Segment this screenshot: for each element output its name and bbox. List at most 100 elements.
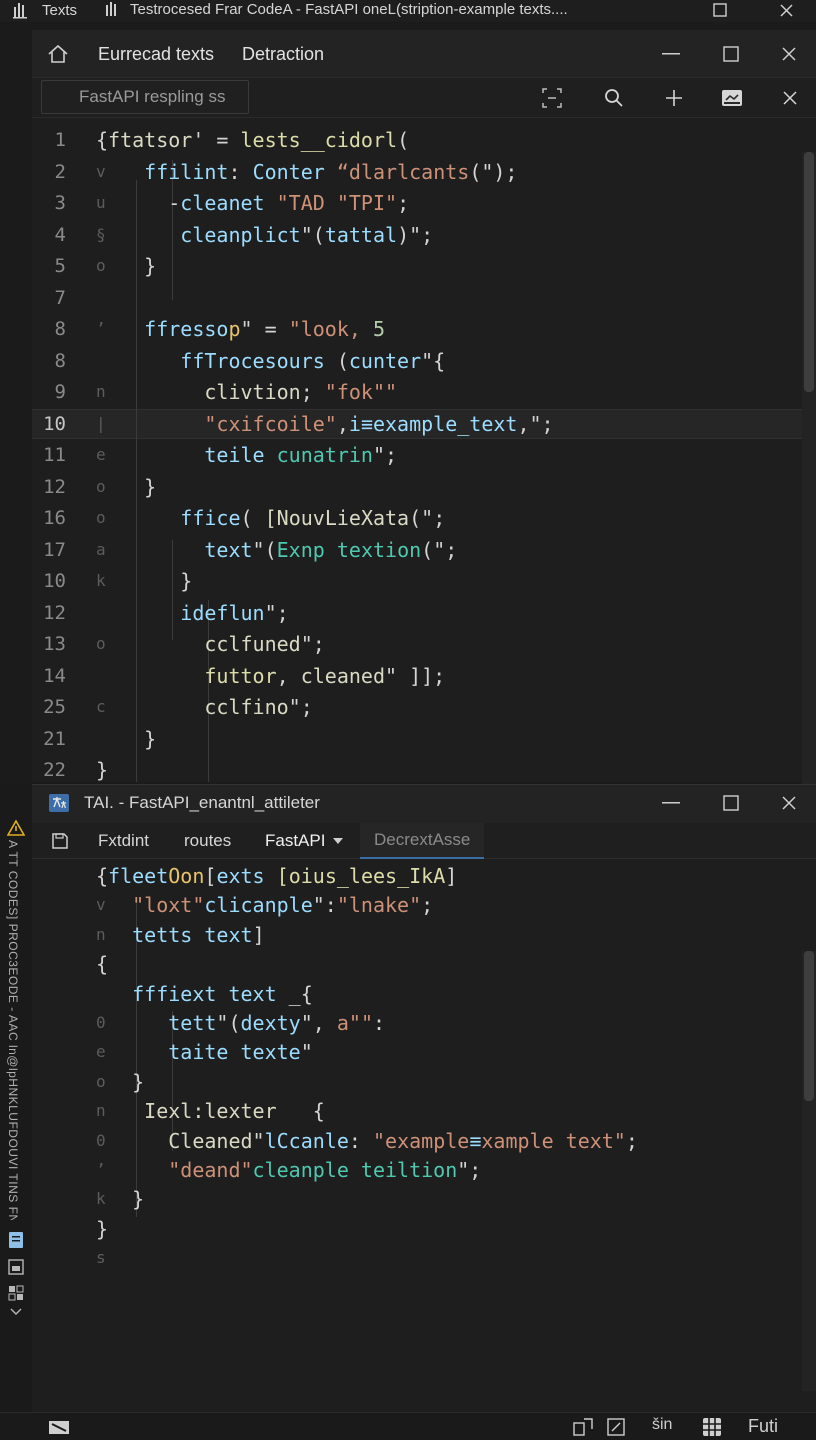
panel-code-line[interactable]: } (32, 1214, 816, 1244)
search-button[interactable] (598, 84, 630, 112)
document-icon (104, 0, 124, 18)
scrollbar-thumb[interactable] (804, 152, 814, 392)
panel-code-line[interactable]: s (32, 1243, 816, 1273)
code-line[interactable]: 16 o ffice( [NouvLieXata("; (32, 503, 816, 533)
status-item[interactable]: šin (652, 1416, 672, 1434)
close-icon (779, 3, 794, 18)
panel-code-line[interactable]: v "loxt"clicanple":"lnake"; (32, 890, 816, 920)
tab-routes[interactable]: routes (184, 823, 231, 859)
line-number: 8 (54, 349, 66, 372)
window-title: Testrocesed Frar CodeA - FastAPI oneL(st… (130, 0, 568, 18)
code-line[interactable]: 21 } (32, 724, 816, 754)
panel-minimize-button[interactable] (656, 789, 686, 817)
code-text: taite texte" (168, 1040, 313, 1065)
panel-code-line[interactable]: n Iexl:lexter { (32, 1096, 816, 1126)
code-line[interactable]: 11 e teile cunatrin"; (32, 440, 816, 470)
code-line[interactable]: 1 {ftatsor' = lests__cidorl( (32, 125, 816, 155)
close-button[interactable] (774, 40, 804, 68)
plus-icon (665, 89, 683, 107)
code-line[interactable]: 9n clivtion; "fok"" (32, 377, 816, 407)
code-line[interactable]: 8 ffTrocesours (cunter"{ (32, 346, 816, 376)
extensions-icon[interactable] (7, 1284, 25, 1302)
line-number: 4 (54, 223, 66, 246)
tab-fxtdint[interactable]: Fxtdint (98, 823, 149, 859)
toggle-panel-button[interactable] (716, 84, 748, 112)
panel-maximize-button[interactable] (716, 789, 746, 817)
grid-icon[interactable] (702, 1417, 722, 1437)
code-line[interactable]: 3u -cleanet "TAD "TPI"; (32, 188, 816, 218)
code-text: } (144, 254, 157, 278)
panel-scrollbar[interactable] (802, 951, 816, 1391)
split-view-button[interactable] (536, 84, 568, 112)
line-number: 2 (54, 160, 66, 183)
panel-code-line[interactable]: o } (32, 1067, 816, 1097)
tab-fastapi[interactable]: FastAPI (265, 823, 344, 859)
os-maximize-button[interactable] (700, 0, 740, 20)
gutter-marker: s (96, 1248, 106, 1268)
file-icon[interactable] (6, 1230, 26, 1250)
code-line[interactable]: 7 (32, 283, 816, 313)
home-button[interactable] (44, 40, 72, 68)
terminal-panel: TAI. - FastAPI_enantnl_attileter Fxtdint… (32, 784, 816, 1412)
editor-window: Eurrecad texts Detraction FastAPI respli… (32, 30, 816, 792)
code-line[interactable]: 14 futtor, cleaned" ]]; (32, 661, 816, 691)
editor-scrollbar[interactable] (802, 152, 816, 792)
remote-icon[interactable] (48, 1418, 70, 1436)
code-text: ffTrocesours (cunter"{ (180, 348, 446, 373)
code-text: tetts text] (132, 922, 265, 947)
code-text: } (132, 1069, 145, 1094)
tab-texts[interactable]: Eurrecad texts (98, 30, 214, 78)
panel-code-line[interactable]: ’ "deand"cleanple teiltion"; (32, 1155, 816, 1185)
panel-code-line[interactable]: n tetts text] (32, 920, 816, 950)
warning-icon[interactable] (7, 820, 25, 836)
code-text: clivtion; "fok"" (204, 380, 398, 404)
database-icon[interactable] (7, 1258, 25, 1276)
save-button[interactable] (48, 829, 72, 853)
minimize-button[interactable] (656, 40, 686, 68)
os-title-bar: Texts Testrocesed Frar CodeA - FastAPI o… (0, 0, 816, 22)
editor-toolbar: FastAPI respling ss (32, 78, 816, 118)
close-icon (781, 795, 797, 811)
panel-code-line[interactable]: k } (32, 1184, 816, 1214)
panel-code-line[interactable]: fffiext text _{ (32, 979, 816, 1009)
app-identity: Texts (12, 1, 77, 19)
code-line[interactable]: 5o } (32, 251, 816, 281)
code-text: } (96, 1216, 109, 1241)
code-line[interactable]: 13 o cclfuned"; (32, 629, 816, 659)
edit-icon[interactable] (606, 1417, 626, 1437)
line-number: 13 (43, 633, 66, 655)
code-line[interactable]: 10 | "cxifcoile",i≡example_text,"; (32, 409, 816, 439)
code-line[interactable]: 22} (32, 755, 816, 782)
maximize-button[interactable] (716, 40, 746, 68)
add-button[interactable] (658, 84, 690, 112)
code-line[interactable]: 25 c cclfino"; (32, 692, 816, 722)
code-line[interactable]: 2v ffilint: Conter “dlarlcants("); (32, 157, 816, 187)
maximize-icon (723, 795, 739, 811)
code-line[interactable]: 12 o } (32, 472, 816, 502)
code-line[interactable]: 12 ideflun"; (32, 598, 816, 628)
tab-decrextasse[interactable]: DecrextAsse (360, 823, 485, 859)
panel-code-line[interactable]: { (32, 949, 816, 979)
panel-code-line[interactable]: 0 Cleaned"lCcanle: "example≡xample text"… (32, 1126, 816, 1156)
line-number: 14 (43, 664, 66, 687)
panel-close-button[interactable] (774, 789, 804, 817)
tab-detraction[interactable]: Detraction (242, 30, 324, 78)
panel-code-line[interactable]: {fleetOon[exts [oius_lees_IkA] (32, 861, 816, 891)
code-text: { (96, 952, 109, 977)
code-line[interactable]: 17 a text"(Exnp textion("; (32, 535, 816, 565)
panel-code-line[interactable]: 0 tett"(dexty", a"": (32, 1008, 816, 1038)
code-editor[interactable]: 1 {ftatsor' = lests__cidorl(2 v ffilint: C… (32, 120, 816, 782)
code-line[interactable]: 10 k } (32, 566, 816, 596)
os-close-button[interactable] (766, 0, 806, 20)
chevron-down-icon[interactable] (10, 1308, 22, 1316)
code-line[interactable]: 4 § cleanplict"(tattal)"; (32, 220, 816, 250)
status-item[interactable]: Futi (748, 1416, 778, 1437)
panel-code-view[interactable]: {fleetOon[exts [oius_lees_IkA] v "loxt"cl… (32, 861, 816, 1413)
scrollbar-thumb[interactable] (804, 951, 814, 1101)
layout-icon[interactable] (572, 1417, 594, 1437)
search-input[interactable]: FastAPI respling ss (41, 80, 249, 114)
close-search-button[interactable] (774, 84, 806, 112)
panel-code-line[interactable]: e taite texte" (32, 1037, 816, 1067)
tab-label: DecrextAsse (374, 830, 471, 849)
code-line[interactable]: 8’ ffressop" = "look, 5 (32, 314, 816, 344)
